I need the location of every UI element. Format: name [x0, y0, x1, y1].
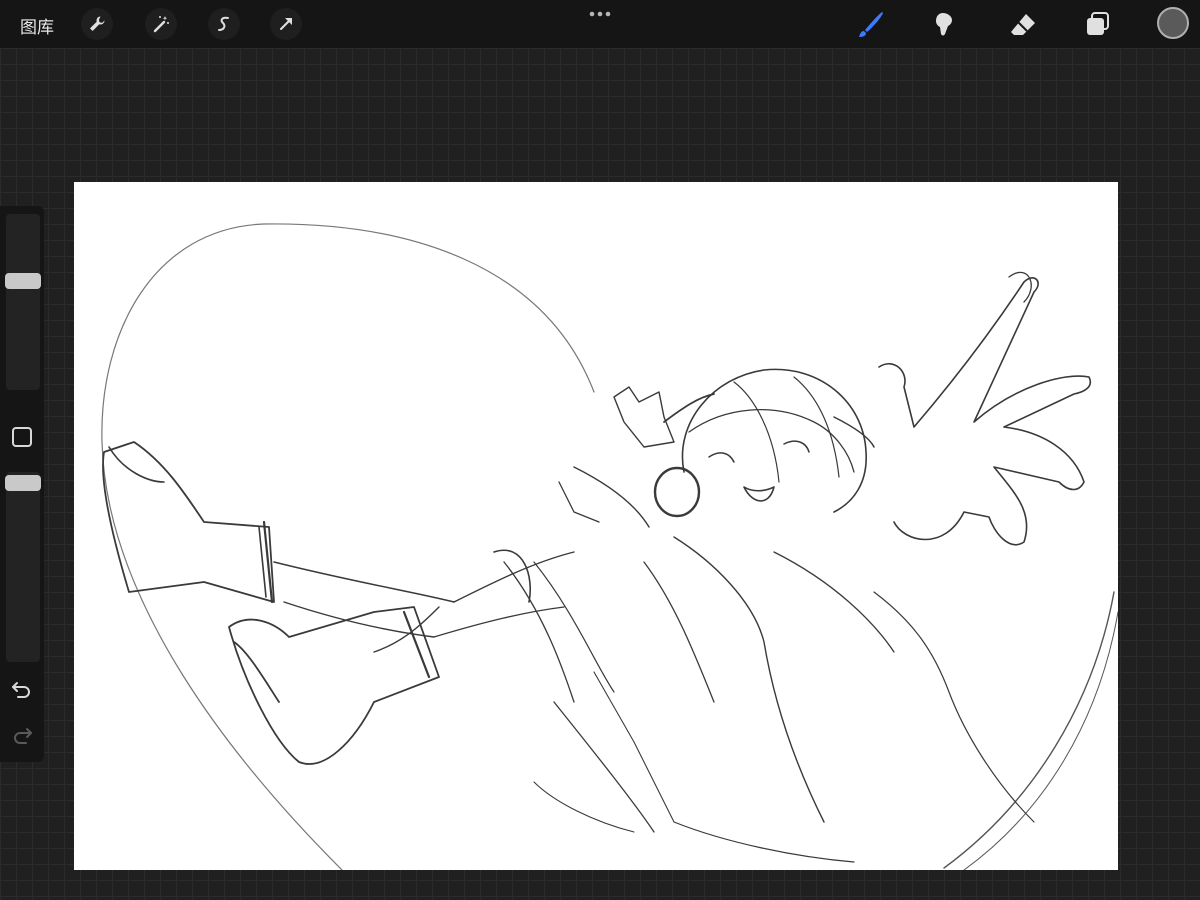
brush-size-slider[interactable] — [5, 214, 41, 390]
drawing-canvas[interactable] — [74, 182, 1118, 870]
selection-icon — [218, 16, 229, 31]
smudge-button[interactable] — [929, 8, 961, 40]
brush-size-handle[interactable] — [5, 273, 41, 289]
layers-button[interactable] — [1082, 8, 1114, 40]
adjustments-button[interactable] — [145, 8, 177, 40]
redo-icon[interactable] — [10, 726, 34, 746]
selection-button[interactable] — [208, 8, 240, 40]
brush-button[interactable] — [855, 8, 887, 40]
brush-icon — [859, 12, 883, 37]
actions-button[interactable] — [81, 8, 113, 40]
smudge-icon — [936, 13, 952, 36]
top-toolbar: 图库 — [0, 0, 1200, 48]
modify-button[interactable] — [12, 427, 32, 447]
transform-button[interactable] — [270, 8, 302, 40]
layers-icon — [1087, 12, 1109, 35]
color-picker-button[interactable] — [1157, 7, 1189, 39]
wrench-icon — [90, 16, 105, 31]
eraser-button[interactable] — [1007, 8, 1039, 40]
undo-icon[interactable] — [10, 680, 34, 700]
left-sidebar — [0, 206, 44, 762]
magic-wand-icon — [153, 16, 169, 33]
opacity-slider[interactable] — [5, 472, 41, 662]
sketch-drawing — [101, 223, 1118, 870]
gallery-button[interactable]: 图库 — [20, 13, 54, 38]
eraser-icon — [1011, 14, 1035, 35]
transform-icon — [280, 18, 292, 30]
more-options-icon[interactable] — [588, 10, 612, 18]
opacity-handle[interactable] — [5, 475, 41, 491]
